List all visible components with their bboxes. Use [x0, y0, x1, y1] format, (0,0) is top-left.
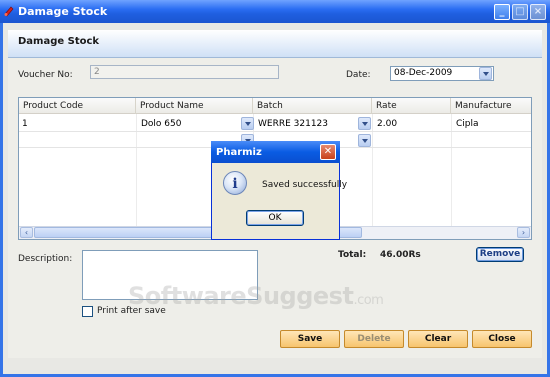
form-header-title: Damage Stock — [18, 36, 100, 47]
maximize-icon: □ — [515, 6, 525, 17]
grid-row-line — [19, 131, 531, 132]
date-value: 08-Dec-2009 — [394, 68, 453, 78]
scroll-left-button[interactable]: ‹ — [20, 227, 33, 238]
cell-batch[interactable]: WERRE 321123 — [255, 117, 328, 131]
description-label: Description: — [18, 254, 73, 264]
dialog-title: Pharmiz — [216, 147, 262, 158]
column-batch[interactable]: Batch — [253, 98, 372, 114]
save-button[interactable]: Save — [280, 330, 340, 348]
cell-product-name[interactable]: Dolo 650 — [138, 117, 181, 131]
close-window-button[interactable]: × — [530, 4, 546, 20]
delete-button[interactable]: Delete — [344, 330, 404, 348]
column-product-name[interactable]: Product Name — [136, 98, 253, 114]
minimize-icon: _ — [499, 6, 505, 17]
dialog-message: Saved successfully — [262, 180, 348, 190]
column-rate[interactable]: Rate — [372, 98, 451, 114]
cell-rate[interactable]: 2.00 — [374, 117, 397, 131]
ok-button[interactable]: OK — [246, 210, 304, 226]
total-value: 46.00Rs — [380, 250, 421, 260]
app-icon — [4, 6, 14, 17]
info-icon: i — [223, 171, 247, 195]
scroll-right-button[interactable]: › — [517, 227, 530, 238]
print-after-save-checkbox[interactable] — [82, 306, 93, 317]
total-label: Total: — [338, 250, 367, 260]
clear-button[interactable]: Clear — [408, 330, 468, 348]
date-label: Date: — [346, 70, 371, 80]
maximize-button[interactable]: □ — [512, 4, 528, 20]
date-dropdown-button[interactable] — [479, 67, 492, 80]
voucher-input[interactable]: 2 — [90, 65, 279, 79]
cell-manufacture[interactable]: Cipla — [453, 117, 479, 131]
voucher-label: Voucher No: — [18, 70, 73, 80]
dialog-close-button[interactable]: ✕ — [320, 144, 336, 160]
batch-dropdown-button[interactable] — [358, 117, 371, 130]
close-icon: × — [533, 6, 543, 17]
product-name-dropdown-button[interactable] — [241, 117, 254, 130]
cell-product-code[interactable]: 1 — [19, 117, 28, 131]
column-product-code[interactable]: Product Code — [19, 98, 136, 114]
watermark-main: SoftwareSuggest — [128, 282, 354, 310]
close-button[interactable]: Close — [472, 330, 532, 348]
minimize-button[interactable]: _ — [494, 4, 510, 20]
window-title: Damage Stock — [18, 5, 108, 18]
watermark: SoftwareSuggest.com — [128, 282, 384, 310]
batch-dropdown-button[interactable] — [358, 134, 371, 147]
remove-button[interactable]: Remove — [476, 247, 524, 262]
column-manufacture[interactable]: Manufacture — [451, 98, 531, 114]
watermark-suffix: .com — [353, 293, 384, 308]
